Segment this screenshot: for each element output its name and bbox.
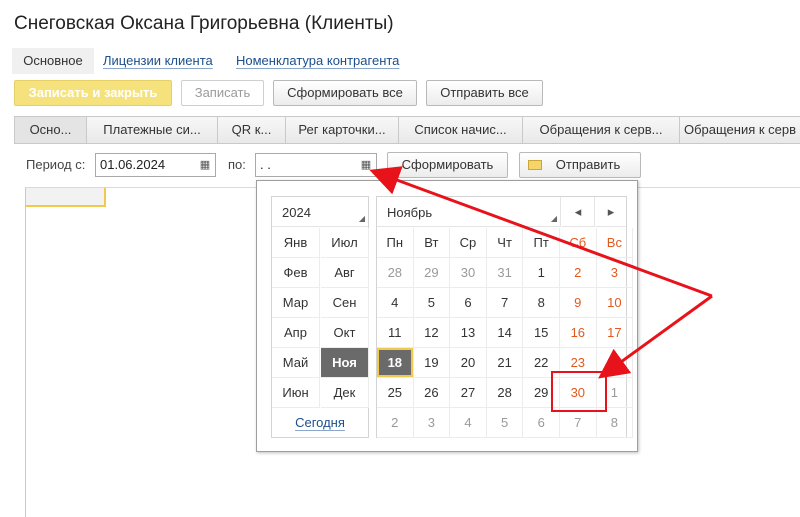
subtab-service-requests-2[interactable]: Обращения к серв bbox=[680, 116, 800, 144]
month-cell[interactable]: Авг bbox=[321, 258, 369, 288]
envelope-icon bbox=[528, 160, 542, 170]
day-cell[interactable]: 3 bbox=[596, 258, 634, 288]
period-to-label: по: bbox=[228, 157, 246, 172]
day-cell[interactable]: 16 bbox=[560, 318, 597, 348]
send-button[interactable]: Отправить bbox=[519, 152, 641, 178]
month-value: Ноябрь bbox=[387, 205, 433, 220]
month-cell[interactable]: Окт bbox=[321, 318, 369, 348]
subtab-main[interactable]: Осно... bbox=[14, 116, 87, 144]
chevron-left-icon: ◂ bbox=[574, 204, 582, 219]
today-button[interactable]: Сегодня bbox=[272, 409, 368, 437]
chevron-down-icon: ◢ bbox=[550, 214, 557, 223]
day-cell[interactable]: 28 bbox=[377, 258, 414, 288]
day-cell[interactable]: 21 bbox=[486, 348, 524, 378]
period-from-value: 01.06.2024 bbox=[100, 157, 166, 172]
day-cell[interactable]: 17 bbox=[596, 318, 634, 348]
day-cell[interactable]: 12 bbox=[413, 318, 451, 348]
save-button[interactable]: Записать bbox=[181, 80, 264, 106]
day-cell[interactable]: 2 bbox=[377, 408, 414, 438]
weekday-header: Сб bbox=[560, 228, 597, 258]
month-cell[interactable]: Янв bbox=[272, 228, 320, 258]
send-button-label: Отправить bbox=[555, 157, 621, 172]
day-cell[interactable]: 20 bbox=[450, 348, 487, 378]
day-cell[interactable]: 13 bbox=[450, 318, 487, 348]
next-month-button[interactable]: ▸ bbox=[596, 197, 626, 227]
day-cell[interactable]: 18 bbox=[377, 348, 414, 378]
day-cell[interactable]: 14 bbox=[486, 318, 524, 348]
day-cell[interactable]: 8 bbox=[596, 408, 634, 438]
day-cell[interactable]: 6 bbox=[450, 288, 487, 318]
subtab-service-requests-1[interactable]: Обращения к серв... bbox=[523, 116, 680, 144]
weekday-header: Пн bbox=[377, 228, 414, 258]
day-cell[interactable]: 28 bbox=[486, 378, 524, 408]
tab-main[interactable]: Основное bbox=[12, 48, 94, 74]
month-cell[interactable]: Сен bbox=[321, 288, 369, 318]
day-cell[interactable]: 30 bbox=[450, 258, 487, 288]
month-cell[interactable]: Июн bbox=[272, 378, 320, 408]
day-cell[interactable]: 19 bbox=[413, 348, 451, 378]
chevron-right-icon: ▸ bbox=[607, 204, 615, 219]
save-and-close-button[interactable]: Записать и закрыть bbox=[14, 80, 172, 106]
tab-client-licenses-label: Лицензии клиента bbox=[103, 53, 213, 68]
prev-month-button[interactable]: ◂ bbox=[562, 197, 595, 227]
period-to-field[interactable]: . . ▦ bbox=[255, 153, 377, 177]
month-select[interactable]: Ноябрь ◢ bbox=[377, 197, 561, 227]
day-cell[interactable]: 1 bbox=[523, 258, 560, 288]
tab-counterparty-nomenclature[interactable]: Номенклатура контрагента bbox=[236, 48, 399, 74]
month-cell[interactable]: Мар bbox=[272, 288, 320, 318]
day-cell[interactable]: 2 bbox=[560, 258, 597, 288]
month-cell[interactable]: Апр bbox=[272, 318, 320, 348]
form-all-button[interactable]: Сформировать все bbox=[273, 80, 417, 106]
form-button[interactable]: Сформировать bbox=[387, 152, 508, 178]
tab-client-licenses[interactable]: Лицензии клиента bbox=[103, 48, 213, 74]
subtab-payment-systems[interactable]: Платежные си... bbox=[87, 116, 218, 144]
calendar-icon[interactable]: ▦ bbox=[195, 154, 215, 176]
period-from-field[interactable]: 01.06.2024 ▦ bbox=[95, 153, 216, 177]
month-cell[interactable]: Ноя bbox=[321, 348, 369, 378]
chevron-down-icon: ◢ bbox=[358, 214, 365, 223]
weekday-header: Вт bbox=[413, 228, 451, 258]
day-cell[interactable]: 26 bbox=[413, 378, 451, 408]
day-cell[interactable]: 3 bbox=[413, 408, 451, 438]
day-cell[interactable]: 11 bbox=[377, 318, 414, 348]
calendar-icon[interactable]: ▦ bbox=[356, 154, 376, 176]
day-cell[interactable]: 7 bbox=[486, 288, 524, 318]
subtab-reg-cards[interactable]: Рег карточки... bbox=[286, 116, 399, 144]
day-cell[interactable]: 9 bbox=[560, 288, 597, 318]
day-cell[interactable]: 4 bbox=[450, 408, 487, 438]
day-cell[interactable]: 15 bbox=[523, 318, 560, 348]
month-cell[interactable]: Июл bbox=[321, 228, 369, 258]
send-all-button[interactable]: Отправить все bbox=[426, 80, 543, 106]
tab-counterparty-nomenclature-label: Номенклатура контрагента bbox=[236, 53, 400, 68]
day-cell[interactable]: 7 bbox=[560, 408, 597, 438]
day-cell[interactable]: 5 bbox=[413, 288, 451, 318]
day-cell[interactable]: 27 bbox=[450, 378, 487, 408]
highlight-box bbox=[551, 371, 607, 412]
day-cell[interactable]: 6 bbox=[523, 408, 560, 438]
window-title: Снеговская Оксана Григорьевна (Клиенты) bbox=[14, 13, 394, 34]
year-select[interactable]: 2024 ◢ bbox=[272, 197, 368, 227]
today-label: Сегодня bbox=[295, 415, 345, 430]
month-panel: 2024 ◢ Янв Июл Фев Авг Мар Сен Апр Окт Май Ноя Июн… bbox=[271, 196, 369, 438]
subtab-qr[interactable]: QR к... bbox=[218, 116, 286, 144]
day-cell[interactable]: 31 bbox=[486, 258, 524, 288]
day-cell[interactable]: 29 bbox=[413, 258, 451, 288]
month-cell[interactable]: Дек bbox=[321, 378, 369, 408]
selected-cell[interactable] bbox=[26, 188, 106, 207]
year-value: 2024 bbox=[282, 205, 311, 220]
day-cell[interactable]: 10 bbox=[596, 288, 634, 318]
month-cell[interactable]: Фев bbox=[272, 258, 320, 288]
weekday-header: Вс bbox=[596, 228, 634, 258]
period-to-value: . . bbox=[260, 157, 271, 172]
weekday-header: Пт bbox=[523, 228, 560, 258]
day-cell[interactable]: 4 bbox=[377, 288, 414, 318]
day-cell[interactable]: 8 bbox=[523, 288, 560, 318]
period-from-label: Период с: bbox=[26, 157, 86, 172]
day-cell[interactable]: 25 bbox=[377, 378, 414, 408]
weekday-header: Чт bbox=[486, 228, 524, 258]
subtab-charges-list[interactable]: Список начис... bbox=[399, 116, 523, 144]
day-cell[interactable]: 5 bbox=[486, 408, 524, 438]
month-cell[interactable]: Май bbox=[272, 348, 320, 378]
weekday-header: Ср bbox=[450, 228, 487, 258]
